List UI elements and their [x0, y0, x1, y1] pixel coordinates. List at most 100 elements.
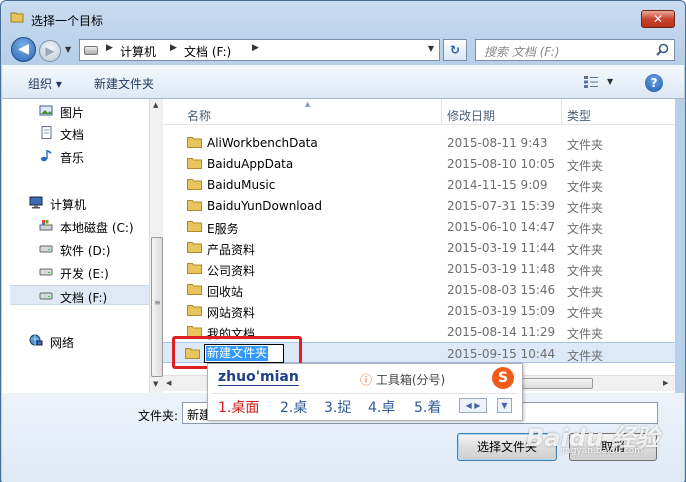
close-button[interactable]: ✕	[641, 10, 675, 28]
ime-candidate[interactable]: 3.捉	[324, 397, 351, 417]
nav-item-documents[interactable]: 文档	[2, 123, 147, 143]
ime-toolbox-label: 工具箱(分号)	[375, 373, 446, 387]
table-row[interactable]: 产品资料 2015-03-19 11:44 文件夹	[163, 237, 675, 258]
back-button[interactable]: ◀	[11, 37, 36, 62]
row-date: 2015-06-10 14:47	[447, 220, 556, 234]
folder-name-label: 文件夹:	[138, 409, 179, 423]
nav-item-drive-e[interactable]: 开发 (E:)	[2, 262, 147, 282]
column-divider[interactable]	[441, 99, 442, 125]
pictures-icon	[39, 105, 53, 116]
ime-candidate-window: zhuo'mian ⓘ 工具箱(分号) S 1.桌面 2.桌 3.捉 4.卓 5…	[207, 363, 523, 421]
nav-item-drive-f[interactable]: 文档 (F:)	[10, 285, 149, 305]
nav-item-label: 图片	[60, 106, 85, 120]
scroll-left-icon[interactable]: ◀	[166, 379, 171, 387]
nav-item-network[interactable]: 网络	[2, 331, 147, 351]
sort-ascending-icon: ▲	[305, 100, 311, 108]
column-divider[interactable]	[561, 99, 562, 125]
row-date: 2015-03-19 15:09	[447, 304, 556, 318]
breadcrumb-separator-icon[interactable]: ▶	[252, 43, 259, 53]
table-row[interactable]: BaiduYunDownload 2015-07-31 15:39 文件夹	[163, 195, 675, 216]
command-bar: 组织 ▾ 新建文件夹 ▼ ?	[2, 65, 684, 99]
nav-item-pictures[interactable]: 图片	[2, 101, 147, 121]
breadcrumb-computer[interactable]: 计算机	[120, 43, 156, 60]
address-dropdown-icon[interactable]: ▼	[428, 44, 434, 53]
table-row[interactable]: E服务 2015-06-10 14:47 文件夹	[163, 216, 675, 237]
drive-icon	[39, 245, 53, 253]
address-box[interactable]: ▶ 计算机 ▶ 文档 (F:) ▶ ▼	[79, 39, 440, 61]
ime-candidate[interactable]: 5.着	[414, 397, 441, 417]
drive-icon	[84, 46, 98, 55]
row-date: 2015-08-10 10:05	[447, 157, 556, 171]
refresh-button[interactable]: ↻	[443, 39, 467, 61]
table-row[interactable]: BaiduMusic 2014-11-15 9:09 文件夹	[163, 174, 675, 195]
row-name: BaiduYunDownload	[207, 199, 322, 213]
nav-item-music[interactable]: 音乐	[2, 146, 147, 166]
nav-scrollbar[interactable]: ▲ ≡ ▼	[149, 99, 163, 393]
view-dropdown-icon[interactable]: ▼	[607, 77, 613, 86]
nav-item-label: 开发 (E:)	[60, 267, 109, 281]
breadcrumb-drive-f[interactable]: 文档 (F:)	[184, 43, 231, 60]
search-input[interactable]: 搜索 文档 (F:)	[475, 39, 675, 61]
nav-item-label: 本地磁盘 (C:)	[60, 221, 134, 235]
nav-item-label: 软件 (D:)	[60, 244, 111, 258]
ime-candidate[interactable]: 4.卓	[368, 397, 395, 417]
ime-composition: zhuo'mian	[218, 369, 299, 386]
ime-page-arrows-icon[interactable]: ◀ ▶	[459, 398, 487, 413]
window-title: 选择一个目标	[31, 14, 104, 28]
row-type: 文件夹	[567, 180, 604, 194]
organize-menu[interactable]: 组织 ▾	[28, 75, 62, 92]
row-type: 文件夹	[567, 138, 604, 152]
scroll-up-icon[interactable]: ▲	[153, 101, 158, 109]
documents-icon	[41, 126, 52, 139]
row-type: 文件夹	[567, 306, 604, 320]
history-dropdown-icon[interactable]: ▼	[65, 45, 71, 54]
drive-icon	[39, 268, 53, 276]
computer-icon	[29, 196, 43, 209]
row-date: 2015-03-19 11:48	[447, 262, 556, 276]
help-icon[interactable]: ?	[645, 74, 663, 92]
nav-item-label: 计算机	[50, 198, 87, 212]
ime-candidate[interactable]: 2.桌	[280, 397, 307, 417]
column-type[interactable]: 类型	[567, 107, 591, 124]
scroll-down-icon[interactable]: ▼	[153, 380, 158, 388]
ime-toolbox[interactable]: ⓘ 工具箱(分号)	[360, 371, 445, 388]
folder-icon	[10, 12, 24, 23]
table-row[interactable]: 网站资料 2015-03-19 15:09 文件夹	[163, 300, 675, 321]
row-name: 回收站	[207, 285, 244, 299]
folder-icon	[187, 242, 202, 253]
table-row[interactable]: 公司资料 2015-03-19 11:48 文件夹	[163, 258, 675, 279]
nav-item-computer[interactable]: 计算机	[2, 193, 147, 213]
ime-expand-icon[interactable]: ▼	[497, 398, 512, 413]
row-type: 文件夹	[567, 222, 604, 236]
nav-scroll-thumb[interactable]: ≡	[151, 237, 163, 377]
system-drive-icon	[39, 220, 53, 231]
folder-icon	[187, 179, 202, 190]
row-date: 2015-08-03 15:46	[447, 283, 556, 297]
row-date: 2015-07-31 15:39	[447, 199, 556, 213]
table-row[interactable]: AliWorkbenchData 2015-08-11 9:43 文件夹	[163, 132, 675, 153]
table-row[interactable]: 回收站 2015-08-03 15:46 文件夹	[163, 279, 675, 300]
search-icon[interactable]	[656, 43, 669, 56]
address-bar-row: ◀ ▶ ▼ ▶ 计算机 ▶ 文档 (F:) ▶ ▼ ↻ 搜索 文档 (F:)	[1, 33, 685, 65]
scroll-right-icon[interactable]: ▶	[663, 379, 668, 387]
column-name[interactable]: 名称	[187, 107, 211, 124]
watermark: Baidu 经验 jingyan.baidu.com	[522, 418, 682, 458]
view-options-icon[interactable]	[584, 76, 598, 88]
nav-item-drive-d[interactable]: 软件 (D:)	[2, 239, 147, 259]
folder-icon	[187, 200, 202, 211]
nav-item-drive-c[interactable]: 本地磁盘 (C:)	[2, 216, 147, 236]
ime-candidate[interactable]: 1.桌面	[218, 397, 259, 417]
folder-icon	[187, 284, 202, 295]
new-folder-button[interactable]: 新建文件夹	[94, 75, 154, 92]
folder-icon	[187, 221, 202, 232]
breadcrumb-separator-icon[interactable]: ▶	[106, 43, 113, 53]
row-date: 2015-08-14 11:29	[447, 325, 556, 339]
nav-item-label: 文档	[60, 128, 85, 142]
column-date[interactable]: 修改日期	[447, 107, 495, 124]
watermark-url: jingyan.baidu.com	[560, 446, 644, 456]
table-row[interactable]: BaiduAppData 2015-08-10 10:05 文件夹	[163, 153, 675, 174]
forward-button[interactable]: ▶	[39, 40, 61, 62]
row-name: BaiduMusic	[207, 178, 276, 192]
nav-item-label: 音乐	[60, 151, 85, 165]
breadcrumb-separator-icon[interactable]: ▶	[170, 43, 177, 53]
